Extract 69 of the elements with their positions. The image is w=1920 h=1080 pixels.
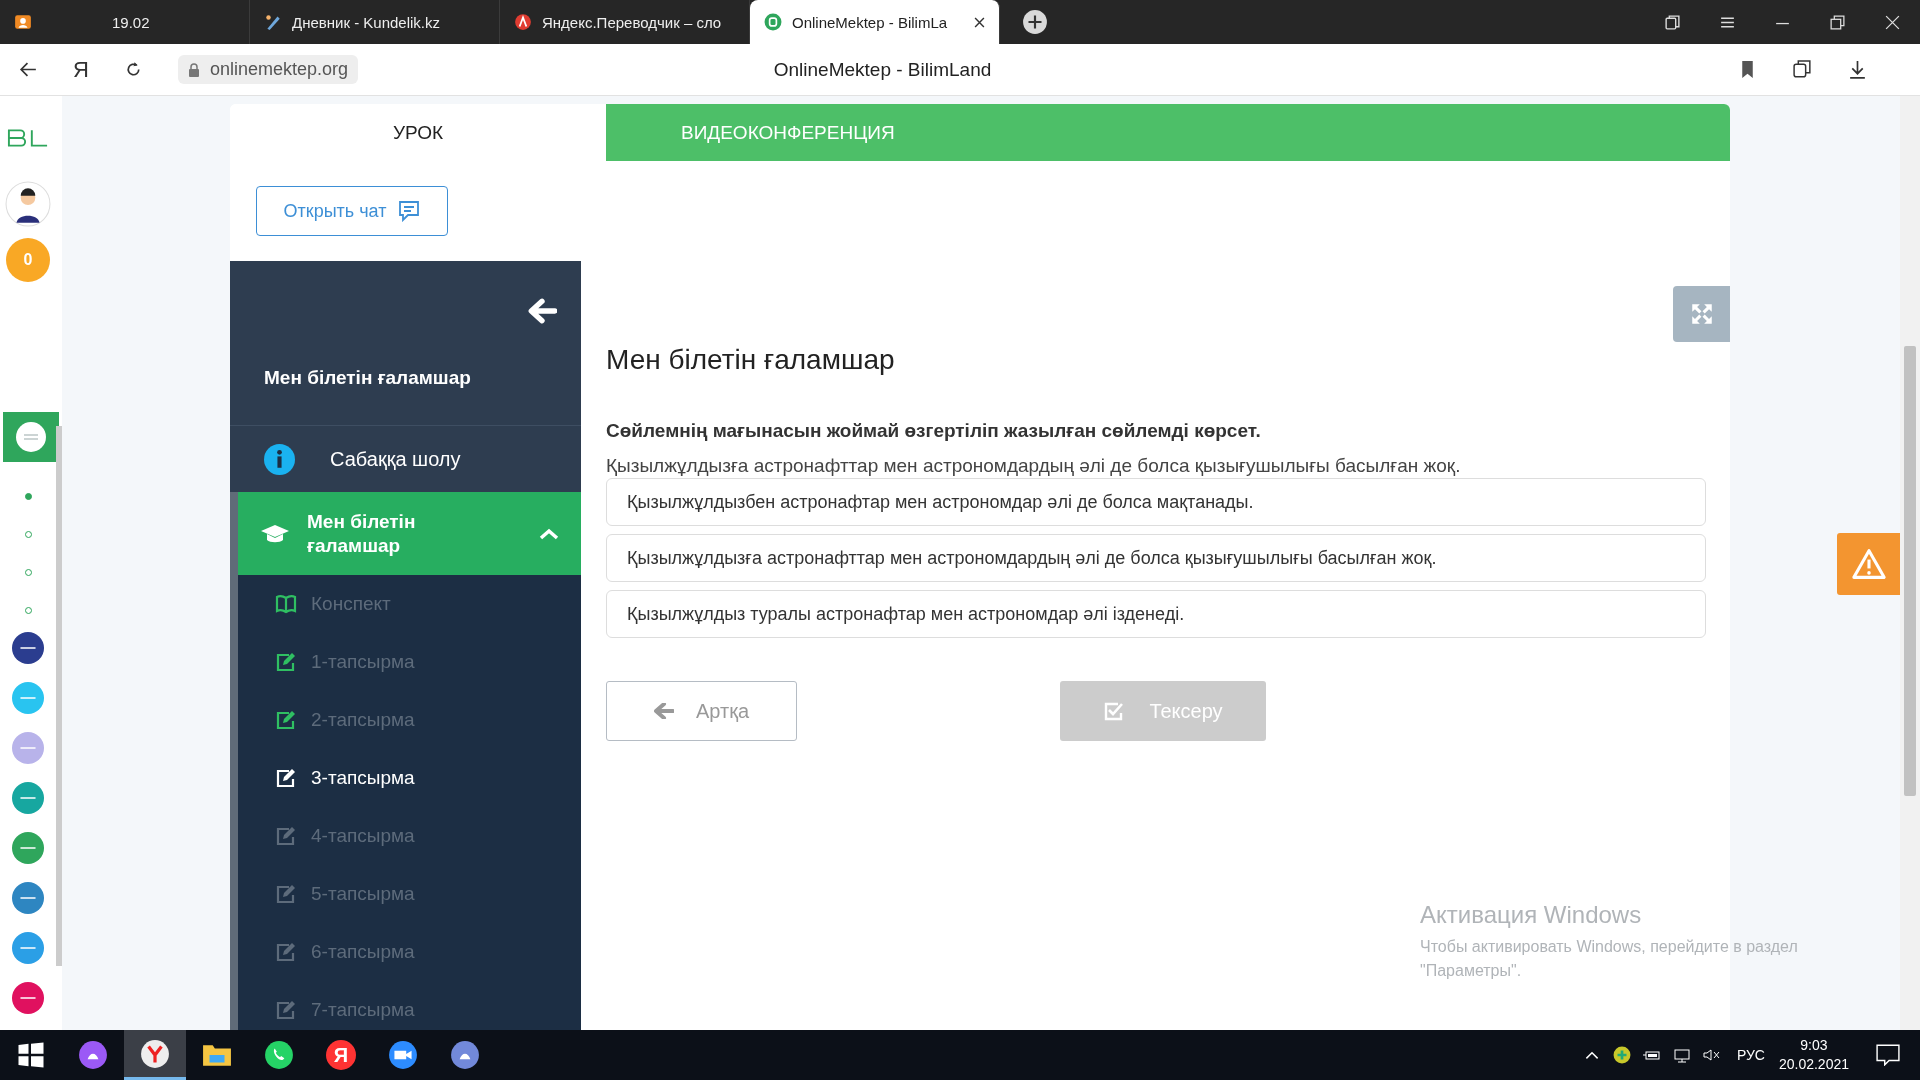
question-sentence: Қызылжұлдызға астронафттар мен астрономдардың әлі де болса қызығушылығы басылған жоқ.	[606, 454, 1462, 478]
plus-circle-icon[interactable]	[1611, 1046, 1632, 1064]
yandex-button[interactable]: Я	[73, 56, 89, 83]
answer-option[interactable]: Қызылжұлдызбен астронафтар мен астрономдар әлі де болса мақтанады.	[606, 478, 1706, 526]
lesson-title: Мен білетін ғаламшар	[264, 367, 472, 389]
app-link-icon[interactable]	[12, 632, 44, 664]
warning-icon	[1850, 548, 1887, 580]
browser-tab[interactable]: OnlineMektep - BilimLa	[750, 0, 1000, 44]
activation-title: Активация Windows	[1420, 901, 1643, 929]
avatar-icon[interactable]	[5, 181, 51, 227]
site-icon	[764, 13, 782, 31]
chevron-icon	[539, 527, 559, 540]
translate-icon	[514, 13, 532, 31]
book-icon	[275, 594, 297, 614]
answer-option[interactable]: Қызылжұлдызға астронафттар мен астрономдардың әлі де болса қызығушылығы басылған жоқ.	[606, 534, 1706, 582]
clock-date[interactable]: 20.02.2021	[1778, 1055, 1849, 1074]
edit-icon	[275, 710, 297, 730]
download-icon[interactable]	[1847, 59, 1868, 80]
lock-icon	[187, 62, 200, 77]
taskbar-app[interactable]	[124, 1030, 186, 1080]
question-prompt: Сөйлемнің мағынасын жоймай өзгертіліп жазылған сөйлемді көрсет.	[606, 419, 1262, 443]
edit-icon	[275, 942, 297, 962]
activation-text: Чтобы активировать Windows, перейдите в раздел	[1420, 937, 1798, 957]
close-icon[interactable]	[1884, 13, 1901, 31]
notifications-icon[interactable]	[1876, 1044, 1900, 1066]
chat-app-icon	[450, 1040, 480, 1070]
yandex-icon: Я	[326, 1040, 356, 1070]
open-chat-button[interactable]: Открыть чат	[256, 186, 448, 236]
taskbar-app[interactable]: Я	[310, 1030, 372, 1080]
clock-time[interactable]: 9:03	[1800, 1036, 1828, 1055]
assistant-icon	[78, 1040, 108, 1070]
muted-speaker-icon[interactable]	[1701, 1046, 1722, 1064]
school-logo-icon	[16, 422, 46, 452]
task-title: Мен білетін ғаламшар	[606, 343, 896, 377]
url-field[interactable]: onlinemektep.org	[177, 55, 358, 84]
restore-icon[interactable]	[1829, 13, 1846, 31]
close-icon[interactable]	[974, 16, 985, 28]
new-tab-icon[interactable]	[1022, 9, 1048, 35]
extensions-icon[interactable]	[1792, 59, 1813, 80]
language-indicator[interactable]: РУС	[1736, 1047, 1765, 1063]
browser-icon	[140, 1038, 170, 1069]
logo-icon[interactable]	[7, 128, 49, 148]
pen-icon	[264, 13, 282, 31]
overview-item[interactable]: Сабаққа шолу	[230, 425, 581, 492]
page-title: OnlineMektep - BilimLand	[772, 58, 993, 81]
network-icon[interactable]	[1671, 1046, 1692, 1064]
answer-option[interactable]: Қызылжұлдыз туралы астронафтар мен астрономдар әлі ізденеді.	[606, 590, 1706, 638]
back-arrow-icon[interactable]	[527, 298, 557, 324]
edit-icon	[275, 652, 297, 672]
edit-icon	[275, 884, 297, 904]
tabs-icon[interactable]	[1664, 13, 1681, 31]
activation-text: "Параметры".	[1420, 961, 1523, 981]
profile-icon	[14, 13, 32, 31]
app-link-icon[interactable]	[12, 982, 44, 1014]
edit-icon	[275, 768, 297, 788]
page-dot[interactable]	[24, 493, 32, 500]
camera-icon	[388, 1040, 418, 1070]
edit-icon	[275, 826, 297, 846]
chat-icon	[398, 200, 421, 222]
arrow-left-icon	[653, 703, 674, 719]
scrollbar-thumb[interactable]	[1904, 346, 1916, 796]
task-item[interactable]: 3-тапсырма	[238, 749, 581, 807]
checkbox-icon	[1103, 701, 1126, 721]
phone-bubble-icon	[264, 1040, 294, 1070]
windows-icon	[16, 1040, 46, 1070]
app-tile[interactable]	[3, 412, 59, 462]
graduation-cap-icon	[260, 522, 290, 545]
edit-icon	[275, 1000, 297, 1020]
info-icon	[264, 443, 295, 475]
